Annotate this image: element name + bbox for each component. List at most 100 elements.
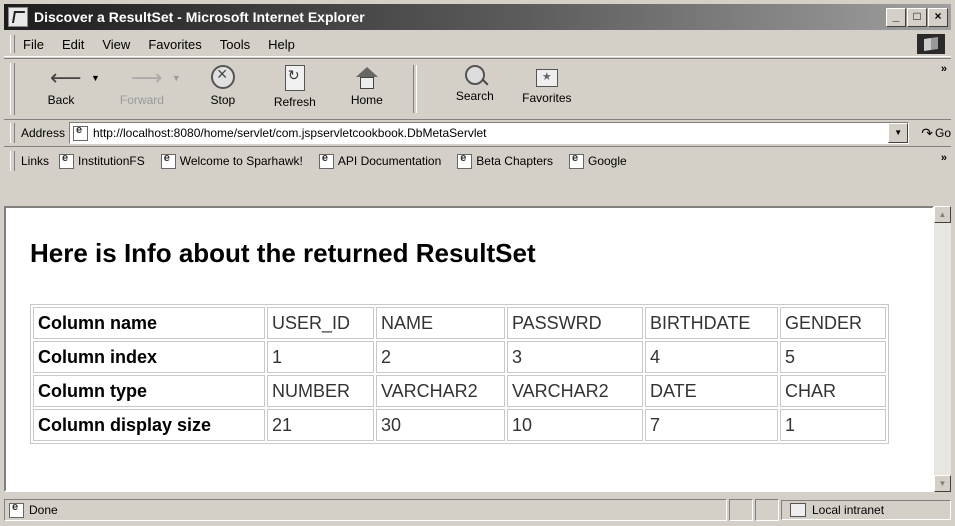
status-main: Done bbox=[4, 499, 727, 521]
menu-grip[interactable] bbox=[10, 35, 15, 53]
status-panel bbox=[729, 499, 753, 521]
forward-arrow-icon bbox=[129, 65, 163, 91]
link-page-icon bbox=[457, 152, 473, 169]
menu-edit[interactable]: Edit bbox=[62, 37, 84, 52]
toolbar-more-chevron[interactable]: » bbox=[941, 63, 947, 75]
table-cell: VARCHAR2 bbox=[507, 375, 643, 407]
address-input[interactable]: http://localhost:8080/home/servlet/com.j… bbox=[68, 122, 910, 144]
table-cell: GENDER bbox=[780, 307, 886, 339]
link-label: API Documentation bbox=[337, 154, 442, 168]
status-text: Done bbox=[29, 503, 58, 517]
table-cell: 7 bbox=[645, 409, 778, 441]
address-label: Address bbox=[20, 126, 65, 140]
link-beta-chapters[interactable]: Beta Chapters bbox=[457, 152, 553, 169]
link-page-icon bbox=[318, 152, 334, 169]
status-page-icon bbox=[9, 501, 24, 518]
minimize-button[interactable]: _ bbox=[886, 7, 906, 27]
links-label: Links bbox=[21, 154, 50, 168]
zone-label: Local intranet bbox=[812, 503, 885, 517]
table-row: Column type NUMBER VARCHAR2 VARCHAR2 DAT… bbox=[33, 375, 886, 407]
home-button[interactable]: Home bbox=[331, 59, 403, 121]
link-label: InstitutionFS bbox=[78, 154, 145, 168]
menu-file[interactable]: File bbox=[23, 37, 44, 52]
refresh-button[interactable]: Refresh bbox=[259, 59, 331, 121]
table-row: Column display size 21 30 10 7 1 bbox=[33, 409, 886, 441]
page-icon bbox=[72, 124, 88, 141]
address-dropdown-button[interactable]: ▼ bbox=[888, 123, 909, 143]
standard-toolbar: Back ▼ Forward ▼ Stop Refresh Home Searc… bbox=[4, 58, 951, 120]
page-heading: Here is Info about the returned ResultSe… bbox=[30, 238, 536, 268]
links-more-chevron[interactable]: » bbox=[941, 152, 947, 164]
link-institutionfs[interactable]: InstitutionFS bbox=[59, 152, 145, 169]
table-cell: VARCHAR2 bbox=[376, 375, 505, 407]
link-label: Welcome to Sparhawk! bbox=[179, 154, 303, 168]
home-icon bbox=[354, 65, 380, 89]
row-header: Column name bbox=[33, 307, 265, 339]
address-grip[interactable] bbox=[10, 123, 15, 143]
menu-bar: File Edit View Favorites Tools Help bbox=[4, 32, 951, 57]
menu-favorites[interactable]: Favorites bbox=[148, 37, 201, 52]
search-button[interactable]: Search bbox=[439, 59, 511, 121]
search-icon bbox=[464, 65, 485, 85]
link-page-icon bbox=[59, 152, 75, 169]
address-url[interactable]: http://localhost:8080/home/servlet/com.j… bbox=[93, 126, 487, 140]
vertical-scrollbar[interactable]: ▲ ▼ bbox=[934, 206, 951, 492]
table-cell: BIRTHDATE bbox=[645, 307, 778, 339]
window-title: Discover a ResultSet - Microsoft Interne… bbox=[34, 9, 365, 25]
title-bar: Discover a ResultSet - Microsoft Interne… bbox=[4, 4, 951, 30]
table-cell: 21 bbox=[267, 409, 374, 441]
links-bar: Links InstitutionFS Welcome to Sparhawk!… bbox=[4, 148, 951, 174]
scroll-down-button[interactable]: ▼ bbox=[934, 475, 951, 492]
link-google[interactable]: Google bbox=[569, 152, 627, 169]
scroll-up-button[interactable]: ▲ bbox=[934, 206, 951, 223]
table-cell: NAME bbox=[376, 307, 505, 339]
toolbar-grip[interactable] bbox=[10, 63, 15, 115]
table-cell: 2 bbox=[376, 341, 505, 373]
table-row: Column index 1 2 3 4 5 bbox=[33, 341, 886, 373]
intranet-zone-icon bbox=[790, 503, 806, 517]
ie-icon bbox=[8, 7, 28, 27]
table-row: Column name USER_ID NAME PASSWRD BIRTHDA… bbox=[33, 307, 886, 339]
windows-logo-icon bbox=[917, 34, 945, 54]
menu-help[interactable]: Help bbox=[268, 37, 295, 52]
go-button[interactable]: ↷ Go bbox=[921, 125, 951, 142]
go-label: Go bbox=[934, 126, 951, 140]
search-label: Search bbox=[455, 89, 494, 103]
scroll-track[interactable] bbox=[934, 223, 951, 475]
stop-button[interactable]: Stop bbox=[187, 59, 259, 121]
close-button[interactable]: × bbox=[928, 7, 948, 27]
status-panel bbox=[755, 499, 779, 521]
status-bar: Done Local intranet bbox=[4, 498, 951, 522]
link-api-documentation[interactable]: API Documentation bbox=[318, 152, 442, 169]
maximize-button[interactable]: □ bbox=[907, 7, 927, 27]
table-cell: 1 bbox=[780, 409, 886, 441]
link-label: Google bbox=[588, 154, 627, 168]
refresh-icon bbox=[284, 65, 305, 91]
link-page-icon bbox=[160, 152, 176, 169]
table-cell: DATE bbox=[645, 375, 778, 407]
table-cell: PASSWRD bbox=[507, 307, 643, 339]
back-arrow-icon bbox=[48, 65, 82, 91]
home-label: Home bbox=[350, 93, 383, 107]
table-cell: 30 bbox=[376, 409, 505, 441]
resultset-meta-table: Column name USER_ID NAME PASSWRD BIRTHDA… bbox=[30, 304, 889, 444]
links-grip[interactable] bbox=[10, 151, 15, 171]
page-content: Here is Info about the returned ResultSe… bbox=[4, 206, 934, 492]
table-cell: 3 bbox=[507, 341, 643, 373]
table-cell: 4 bbox=[645, 341, 778, 373]
favorites-icon bbox=[535, 69, 558, 87]
row-header: Column display size bbox=[33, 409, 265, 441]
toolbar-separator bbox=[412, 65, 417, 113]
menu-view[interactable]: View bbox=[102, 37, 130, 52]
link-page-icon bbox=[569, 152, 584, 169]
link-label: Beta Chapters bbox=[476, 154, 553, 168]
table-cell: NUMBER bbox=[267, 375, 374, 407]
back-button[interactable]: Back bbox=[25, 59, 97, 121]
favorites-button[interactable]: Favorites bbox=[511, 59, 583, 121]
menu-tools[interactable]: Tools bbox=[220, 37, 250, 52]
back-label: Back bbox=[47, 93, 75, 107]
browser-window: Discover a ResultSet - Microsoft Interne… bbox=[0, 0, 955, 526]
table-cell: 5 bbox=[780, 341, 886, 373]
link-welcome-sparhawk[interactable]: Welcome to Sparhawk! bbox=[160, 152, 303, 169]
forward-button[interactable]: Forward bbox=[106, 59, 178, 121]
